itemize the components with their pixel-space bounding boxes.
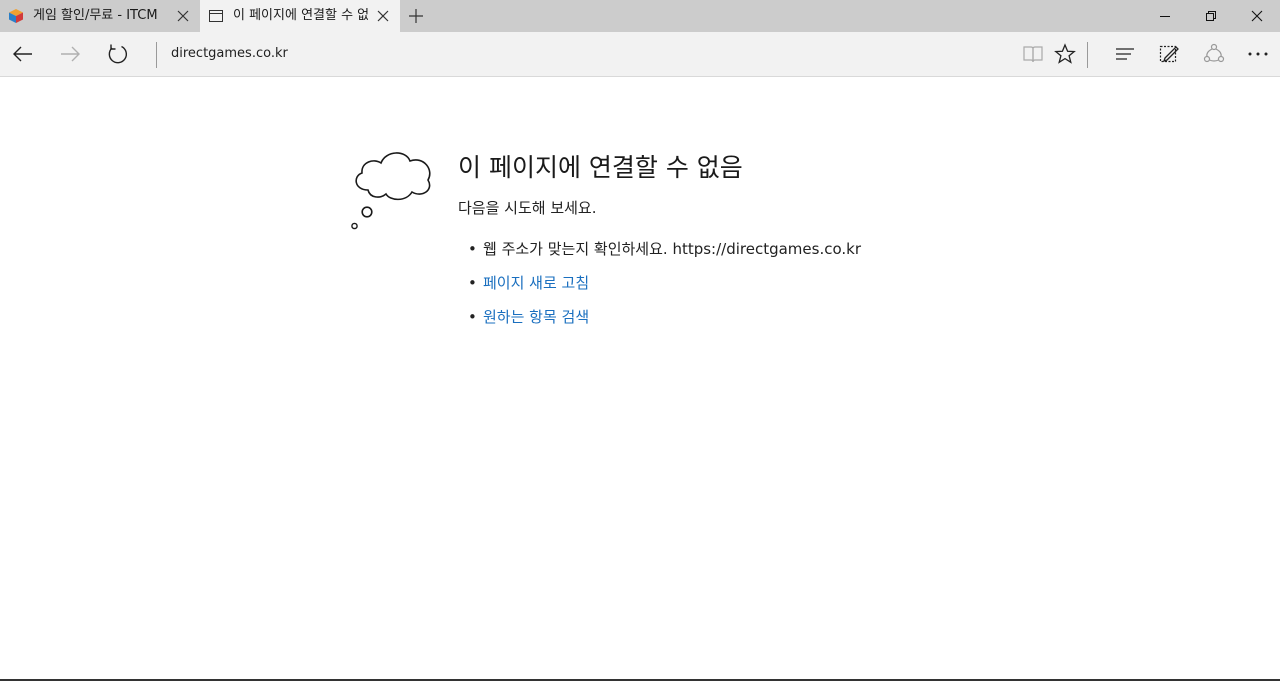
error-title: 이 페이지에 연결할 수 없음 (458, 153, 743, 182)
share-icon[interactable] (1202, 42, 1226, 66)
tab-error-page[interactable]: 이 페이지에 연결할 수 없음 (200, 0, 400, 33)
restore-button[interactable] (1188, 0, 1234, 32)
back-icon[interactable] (11, 42, 35, 66)
refresh-icon[interactable] (106, 42, 130, 66)
forward-icon[interactable] (58, 42, 82, 66)
tab-itcm[interactable]: 게임 할인/무료 - ITCM (0, 0, 200, 32)
new-tab-icon[interactable] (408, 8, 424, 24)
tab-title: 이 페이지에 연결할 수 없음 (233, 8, 368, 23)
address-bar[interactable]: directgames.co.kr (171, 45, 288, 63)
web-note-icon[interactable] (1157, 42, 1181, 66)
close-tab-icon[interactable] (176, 9, 190, 23)
close-tab-icon[interactable] (376, 9, 390, 23)
reading-view-icon[interactable] (1021, 42, 1045, 66)
more-icon[interactable] (1246, 42, 1270, 66)
toolbar-separator (1087, 42, 1088, 68)
search-link[interactable]: 원하는 항목 검색 (483, 308, 589, 326)
favorite-star-icon[interactable] (1053, 42, 1077, 66)
tab-title: 게임 할인/무료 - ITCM (33, 8, 158, 23)
suggestion-check-url: 웹 주소가 맞는지 확인하세요. https://directgames.co.… (468, 239, 861, 273)
address-separator (156, 42, 157, 68)
navigation-bar: directgames.co.kr (0, 32, 1280, 77)
hub-icon[interactable] (1113, 42, 1137, 66)
suggestion-search: 원하는 항목 검색 (468, 307, 861, 341)
refresh-page-link[interactable]: 페이지 새로 고침 (483, 274, 589, 292)
close-window-button[interactable] (1234, 0, 1280, 32)
itcm-favicon-icon (8, 8, 24, 24)
error-subtitle: 다음을 시도해 보세요. (458, 199, 597, 217)
suggestion-text: 웹 주소가 맞는지 확인하세요. https://directgames.co.… (483, 240, 862, 258)
tab-strip: 게임 할인/무료 - ITCM 이 페이지에 연결할 수 없음 (0, 0, 1280, 33)
suggestion-refresh: 페이지 새로 고침 (468, 273, 861, 307)
minimize-button[interactable] (1142, 0, 1188, 32)
thought-cloud-icon (348, 148, 434, 232)
page-icon (208, 8, 224, 24)
suggestion-list: 웹 주소가 맞는지 확인하세요. https://directgames.co.… (468, 239, 861, 341)
